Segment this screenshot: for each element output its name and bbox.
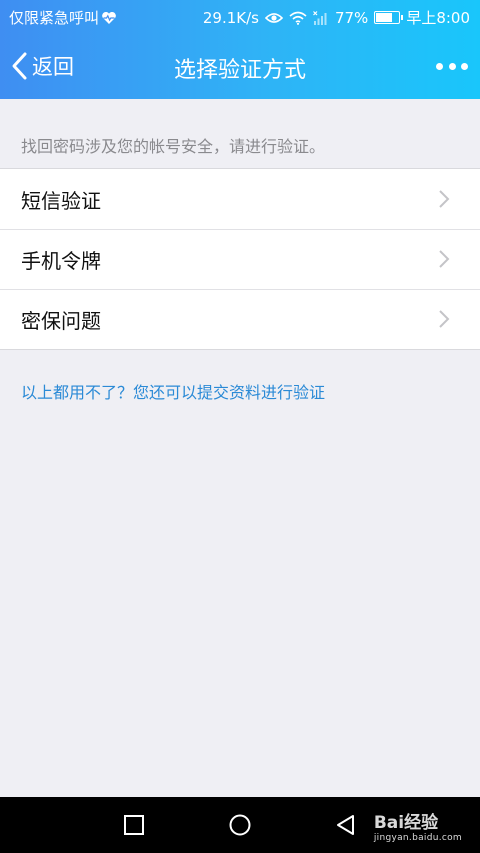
watermark-main: Bai经验 [373,813,439,833]
option-security-questions[interactable]: 密保问题 [0,289,480,349]
chevron-right-icon [439,310,450,328]
navigation-bar: 返回 选择验证方式 [0,33,480,99]
status-left: 仅限紧急呼叫 [9,7,117,28]
watermark-url: jingyan.baidu.com [373,833,462,843]
option-label: 手机令牌 [21,248,101,273]
more-dot-icon [448,62,456,70]
signal-icon [313,10,327,25]
option-label: 短信验证 [21,188,101,213]
battery-percent: 77% [334,8,369,27]
system-navigation-bar: Bai经验 jingyan.baidu.com [0,797,480,853]
system-back-button[interactable] [334,813,358,837]
more-dot-icon [436,62,443,70]
home-button[interactable] [228,813,252,837]
baidu-jingyan-watermark: Bai经验 jingyan.baidu.com [374,808,462,843]
option-phone-token[interactable]: 手机令牌 [0,229,480,289]
clock: 早上8:00 [406,9,470,27]
verification-options-list: 短信验证 手机令牌 密保问题 [0,168,480,350]
option-label: 密保问题 [21,308,101,333]
security-hint: 找回密码涉及您的帐号安全，请进行验证。 [21,137,326,156]
recent-apps-button[interactable] [122,813,146,837]
option-sms-verification[interactable]: 短信验证 [0,169,480,229]
screen: 仅限紧急呼叫 29.1K/s 77% 早上8:00 返回 选择验证方式 找回密码… [0,0,480,853]
more-dot-icon [461,62,468,70]
submit-info-link[interactable]: 以上都用不了？您还可以提交资料进行验证 [21,379,325,403]
battery-icon [374,11,404,24]
heart-pulse-icon [102,11,116,24]
wifi-icon [289,11,307,25]
chevron-right-icon [439,190,450,208]
header-background: 仅限紧急呼叫 29.1K/s 77% 早上8:00 返回 选择验证方式 [0,0,480,99]
carrier-text: 仅限紧急呼叫 [9,9,100,27]
chevron-right-icon [439,250,450,268]
status-right: 29.1K/s 77% 早上8:00 [203,7,470,28]
page-title: 选择验证方式 [173,58,306,83]
more-options-button[interactable] [436,53,468,79]
net-speed: 29.1K/s [202,8,259,27]
eye-icon [264,12,283,23]
battery-fill [376,13,393,22]
status-bar: 仅限紧急呼叫 29.1K/s 77% 早上8:00 [0,0,480,33]
